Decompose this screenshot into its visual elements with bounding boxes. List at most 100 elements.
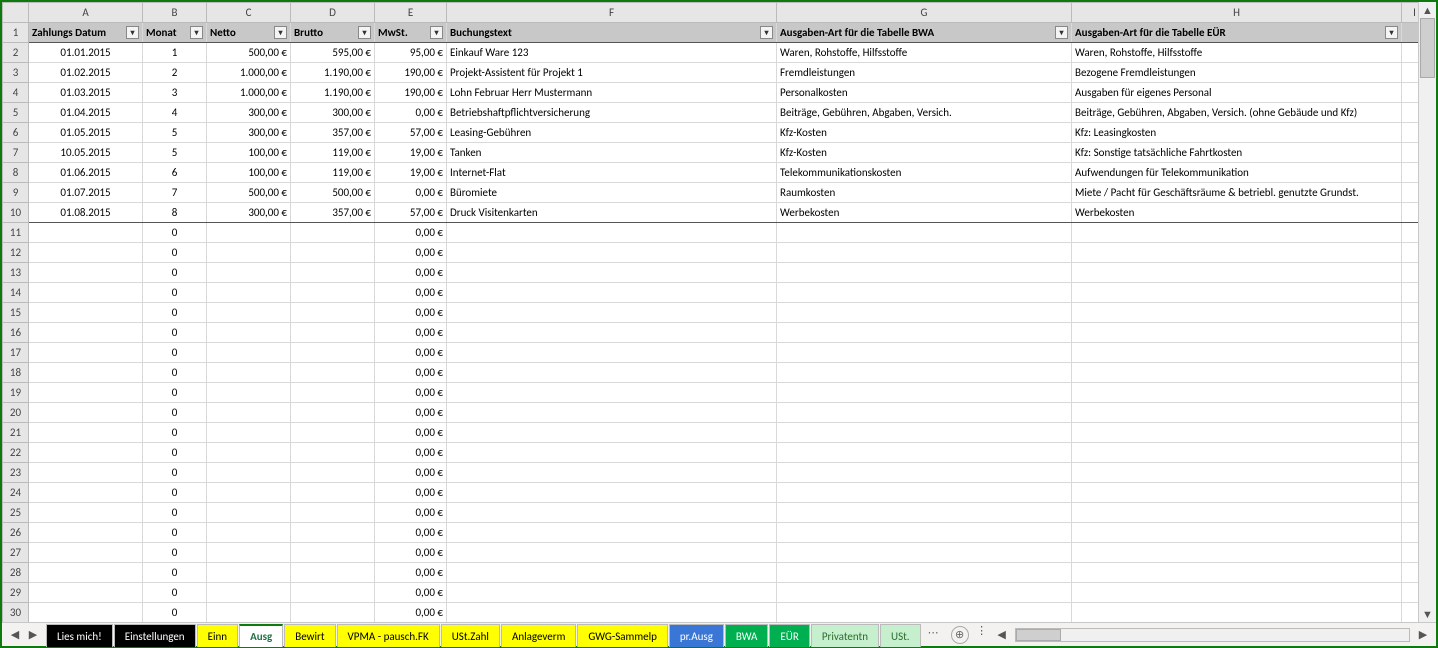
- row-header[interactable]: 13: [3, 263, 29, 283]
- cell[interactable]: [1072, 323, 1402, 343]
- cell[interactable]: [1402, 383, 1419, 403]
- sheet-tab[interactable]: Ausg: [239, 624, 283, 647]
- cell[interactable]: 0,00 €: [375, 363, 447, 383]
- cell[interactable]: Kfz: Leasingkosten: [1072, 123, 1402, 143]
- column-header-A[interactable]: A: [29, 3, 143, 23]
- cell[interactable]: [447, 303, 777, 323]
- cell[interactable]: 190,00 €: [375, 63, 447, 83]
- cell[interactable]: [777, 403, 1072, 423]
- cell[interactable]: [1402, 23, 1419, 43]
- cell[interactable]: [291, 303, 375, 323]
- cell[interactable]: [447, 403, 777, 423]
- cell[interactable]: 5: [143, 143, 207, 163]
- cell[interactable]: [207, 343, 291, 363]
- cell[interactable]: 0,00 €: [375, 263, 447, 283]
- cell[interactable]: [1402, 603, 1419, 623]
- cell[interactable]: 357,00 €: [291, 123, 375, 143]
- cell[interactable]: [777, 543, 1072, 563]
- column-header-E[interactable]: E: [375, 3, 447, 23]
- cell[interactable]: [291, 543, 375, 563]
- row-header[interactable]: 22: [3, 443, 29, 463]
- header-netto[interactable]: Netto▾: [207, 23, 291, 43]
- sheet-tab[interactable]: Einn: [197, 624, 238, 647]
- cell[interactable]: [1402, 43, 1419, 63]
- cell[interactable]: 1.190,00 €: [291, 83, 375, 103]
- cell[interactable]: 2: [143, 63, 207, 83]
- filter-dropdown-icon[interactable]: ▾: [1055, 26, 1068, 39]
- cell[interactable]: [207, 543, 291, 563]
- cell[interactable]: 300,00 €: [207, 203, 291, 223]
- cell[interactable]: 1: [143, 43, 207, 63]
- cell[interactable]: Waren, Rohstoffe, Hilfsstoffe: [777, 43, 1072, 63]
- cell[interactable]: 0: [143, 383, 207, 403]
- cell[interactable]: [447, 603, 777, 623]
- row-header[interactable]: 9: [3, 183, 29, 203]
- cell[interactable]: 0: [143, 463, 207, 483]
- cell[interactable]: [447, 543, 777, 563]
- cell[interactable]: 0: [143, 523, 207, 543]
- cell[interactable]: [1072, 283, 1402, 303]
- cell[interactable]: [291, 263, 375, 283]
- header-monat[interactable]: Monat▾: [143, 23, 207, 43]
- cell[interactable]: Kfz-Kosten: [777, 123, 1072, 143]
- cell[interactable]: [1072, 343, 1402, 363]
- cell[interactable]: 0,00 €: [375, 503, 447, 523]
- tab-split-icon[interactable]: ⋮: [975, 623, 989, 637]
- row-header[interactable]: 4: [3, 83, 29, 103]
- cell[interactable]: [1402, 323, 1419, 343]
- cell[interactable]: [1402, 183, 1419, 203]
- cell[interactable]: [777, 523, 1072, 543]
- cell[interactable]: [29, 563, 143, 583]
- cell[interactable]: 500,00 €: [207, 183, 291, 203]
- cell[interactable]: [1072, 423, 1402, 443]
- row-header[interactable]: 20: [3, 403, 29, 423]
- column-header-B[interactable]: B: [143, 3, 207, 23]
- cell[interactable]: [29, 483, 143, 503]
- cell[interactable]: [1402, 583, 1419, 603]
- scroll-down-icon[interactable]: ▼: [1419, 606, 1436, 622]
- cell[interactable]: 01.03.2015: [29, 83, 143, 103]
- cell[interactable]: [447, 283, 777, 303]
- cell[interactable]: 0: [143, 503, 207, 523]
- cell[interactable]: 01.08.2015: [29, 203, 143, 223]
- column-header-G[interactable]: G: [777, 3, 1072, 23]
- cell[interactable]: [207, 403, 291, 423]
- cell[interactable]: 0,00 €: [375, 403, 447, 423]
- cell[interactable]: 190,00 €: [375, 83, 447, 103]
- filter-dropdown-icon[interactable]: ▾: [274, 26, 287, 39]
- column-header-D[interactable]: D: [291, 3, 375, 23]
- cell[interactable]: [29, 283, 143, 303]
- cell[interactable]: 0,00 €: [375, 183, 447, 203]
- cell[interactable]: Leasing-Gebühren: [447, 123, 777, 143]
- cell[interactable]: [1402, 243, 1419, 263]
- cell[interactable]: [29, 303, 143, 323]
- cell[interactable]: [1402, 223, 1419, 243]
- row-header[interactable]: 28: [3, 563, 29, 583]
- cell[interactable]: [29, 263, 143, 283]
- cell[interactable]: [1072, 503, 1402, 523]
- cell[interactable]: [1072, 443, 1402, 463]
- cell[interactable]: 500,00 €: [291, 183, 375, 203]
- cell[interactable]: [207, 243, 291, 263]
- cell[interactable]: 0: [143, 583, 207, 603]
- cell[interactable]: [29, 423, 143, 443]
- cell[interactable]: [777, 583, 1072, 603]
- cell[interactable]: [1072, 403, 1402, 423]
- cell[interactable]: 357,00 €: [291, 203, 375, 223]
- cell[interactable]: [447, 243, 777, 263]
- cell[interactable]: Telekommunikationskosten: [777, 163, 1072, 183]
- cell[interactable]: [29, 323, 143, 343]
- cell[interactable]: [1402, 303, 1419, 323]
- cell[interactable]: 300,00 €: [207, 123, 291, 143]
- cell[interactable]: 0,00 €: [375, 303, 447, 323]
- cell[interactable]: 5: [143, 123, 207, 143]
- cell[interactable]: [1072, 563, 1402, 583]
- cell[interactable]: 0,00 €: [375, 543, 447, 563]
- sheet-tab[interactable]: pr.Ausg: [669, 624, 724, 647]
- cell[interactable]: [1402, 443, 1419, 463]
- cell[interactable]: Werbekosten: [1072, 203, 1402, 223]
- cell[interactable]: [207, 363, 291, 383]
- tab-nav-next-icon[interactable]: ▶: [26, 628, 40, 642]
- cell[interactable]: 01.07.2015: [29, 183, 143, 203]
- cell[interactable]: [291, 563, 375, 583]
